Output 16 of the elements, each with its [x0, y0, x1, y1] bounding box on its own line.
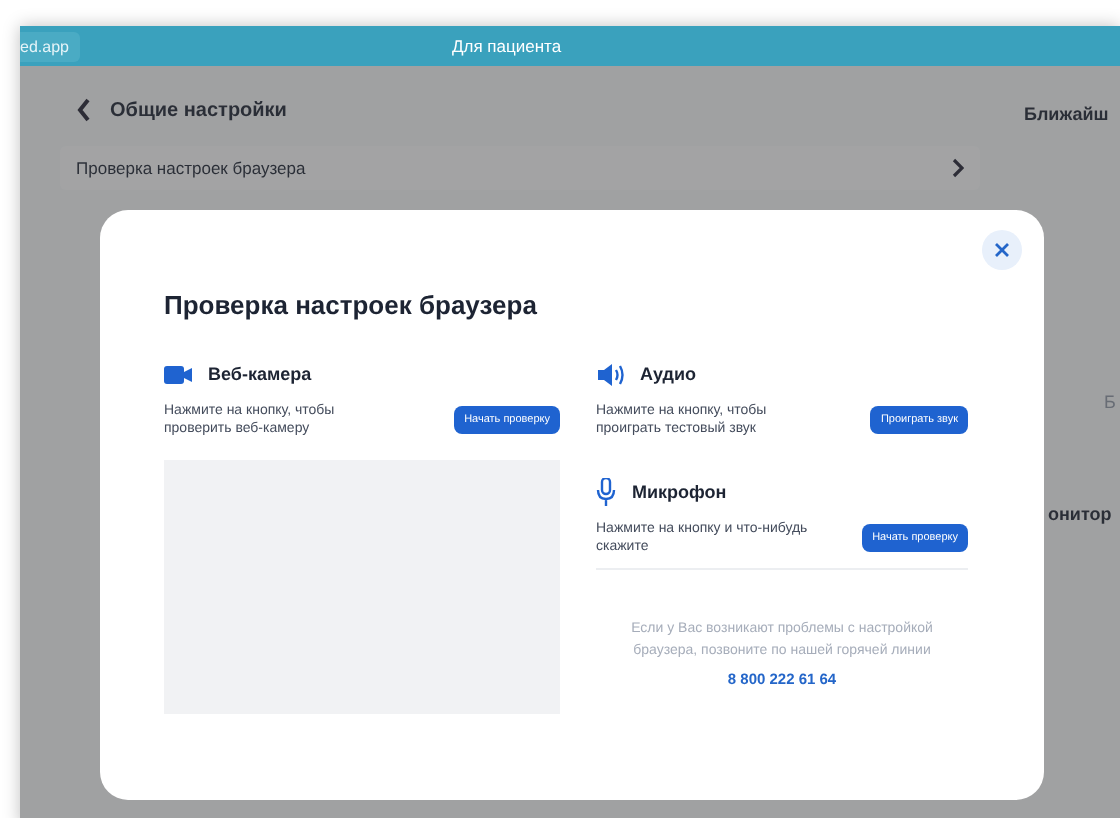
card-text: Б — [1104, 392, 1116, 412]
section-heading: Ближайш — [1024, 104, 1109, 124]
chevron-right-icon — [952, 158, 964, 178]
speaker-icon — [596, 363, 624, 385]
back-icon[interactable] — [76, 98, 92, 122]
page-heading: Общие настройки — [110, 99, 287, 121]
microphone-icon — [596, 478, 616, 507]
section-heading: онитор — [1048, 504, 1112, 524]
section-title: Микрофон — [632, 482, 727, 503]
window-title: Для пациента — [452, 36, 562, 56]
dialog-title: Проверка настроек браузера — [164, 290, 539, 320]
section-title: Веб-камера — [208, 364, 312, 384]
section-title: Аудио — [640, 364, 697, 384]
close-button[interactable] — [982, 230, 1022, 270]
camera-icon — [164, 365, 192, 383]
close-icon — [994, 242, 1010, 258]
